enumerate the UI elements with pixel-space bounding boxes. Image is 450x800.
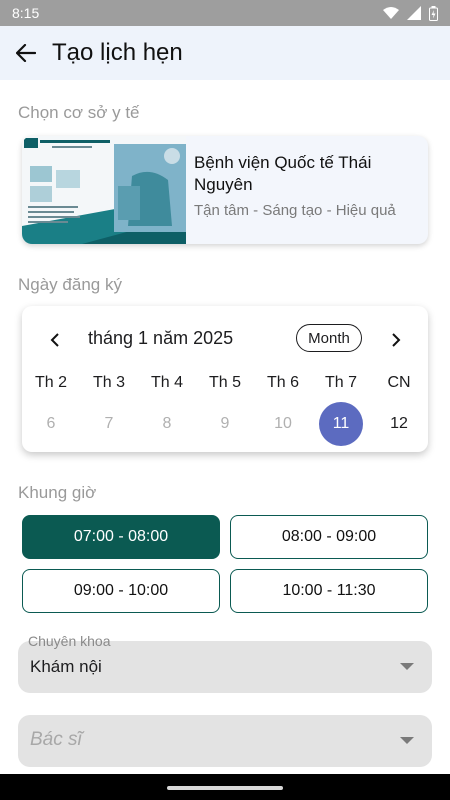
weekday-label: CN [387, 374, 411, 391]
status-time: 8:15 [12, 5, 40, 21]
wifi-icon [383, 6, 399, 19]
hospital-name: Bệnh viện Quốc tế Thái Nguyên [194, 153, 372, 194]
calendar-day[interactable]: 7 [80, 402, 138, 446]
weekday-label: Th 5 [208, 374, 241, 391]
hospital-banner-graphic [22, 136, 186, 244]
weekday-label: Th 7 [324, 374, 357, 391]
signal-icon [407, 6, 421, 20]
time-slot-button[interactable]: 09:00 - 10:00 [22, 569, 220, 613]
hospital-info: Bệnh viện Quốc tế Thái Nguyên Tận tâm - … [186, 136, 428, 244]
status-bar: 8:15 [0, 0, 450, 26]
weekday-label: Th 2 [34, 374, 67, 391]
dropdown-caret-icon [400, 737, 414, 744]
page-title: Tạo lịch hẹn [52, 39, 183, 66]
status-icons [383, 5, 438, 21]
back-button[interactable] [0, 26, 52, 80]
calendar-day[interactable]: 10 [254, 402, 312, 446]
next-month-button[interactable] [382, 326, 410, 354]
weekday-label: Th 4 [150, 374, 183, 391]
calendar-day[interactable]: 9 [196, 402, 254, 446]
date-section-label: Ngày đăng ký [18, 275, 122, 294]
calendar-day[interactable]: 12 [370, 402, 428, 446]
time-slot-section-label: Khung giờ [18, 483, 97, 502]
hospital-card[interactable]: Bệnh viện Quốc tế Thái Nguyên Tận tâm - … [22, 136, 428, 244]
hospital-image [22, 136, 186, 244]
calendar-header: tháng 1 năm 2025 Month [22, 324, 428, 354]
home-indicator[interactable] [167, 786, 283, 790]
doctor-dropdown[interactable]: Bác sĩ [18, 715, 432, 767]
calendar: tháng 1 năm 2025 Month Th 2 Th 3 Th 4 Th… [22, 306, 428, 452]
day-row: 6 7 8 9 10 11 12 [22, 402, 428, 446]
weekday-label: Th 3 [92, 374, 125, 391]
hospital-slogan: Tận tâm - Sáng tạo - Hiệu quả [194, 202, 396, 219]
calendar-day-selected[interactable]: 11 [312, 402, 370, 446]
calendar-month-label: tháng 1 năm 2025 [88, 328, 234, 348]
facility-section-label: Chọn cơ sở y tế [18, 103, 140, 122]
dropdown-caret-icon [400, 663, 414, 670]
time-slot-button[interactable]: 10:00 - 11:30 [230, 569, 428, 613]
app-bar: Tạo lịch hẹn [0, 26, 450, 80]
specialty-label: Chuyên khoa [28, 633, 111, 649]
doctor-placeholder: Bác sĩ [30, 729, 82, 750]
arrow-left-icon [16, 44, 36, 62]
chevron-right-icon [392, 333, 401, 347]
calendar-day[interactable]: 8 [138, 402, 196, 446]
time-slot-button[interactable]: 07:00 - 08:00 [22, 515, 220, 559]
weekday-row: Th 2 Th 3 Th 4 Th 5 Th 6 Th 7 CN [22, 374, 428, 392]
battery-icon [429, 5, 438, 21]
view-mode-button[interactable]: Month [296, 324, 362, 352]
specialty-value: Khám nội [30, 657, 102, 676]
calendar-day[interactable]: 6 [22, 402, 80, 446]
time-slot-button[interactable]: 08:00 - 09:00 [230, 515, 428, 559]
weekday-label: Th 6 [266, 374, 299, 391]
prev-month-button[interactable] [41, 326, 69, 354]
chevron-left-icon [50, 333, 59, 347]
system-nav-bar [0, 774, 450, 800]
